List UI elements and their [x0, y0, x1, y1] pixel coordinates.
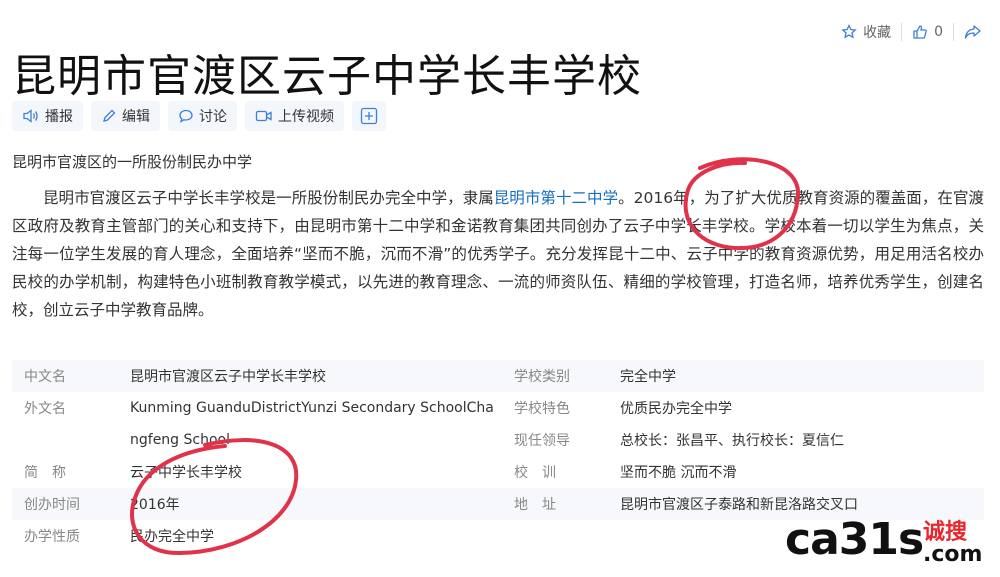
share-button[interactable]: [954, 24, 992, 40]
info-label: 学校特色: [514, 401, 570, 417]
like-button[interactable]: 0: [902, 24, 953, 40]
summary-text: 昆明市官渡区的一所股份制民办中学: [12, 153, 253, 171]
pencil-icon: [101, 108, 117, 124]
intro-text-1: 昆明市官渡区云子中学长丰学校是一所股份制民办完全中学，隶属: [43, 189, 494, 207]
favorite-label: 收藏: [863, 25, 892, 41]
favorite-button[interactable]: 收藏: [831, 22, 901, 42]
like-count: 0: [934, 24, 943, 40]
upload-video-button[interactable]: 上传视频: [245, 101, 344, 131]
info-value: 民办完全中学: [130, 529, 214, 545]
watermark-logo: ca31s 诚搜 .com: [785, 512, 995, 572]
info-value: 优质民办完全中学: [620, 401, 732, 417]
info-label: 中文名: [24, 369, 66, 385]
info-row: 办学性质 民办完全中学: [12, 520, 502, 552]
school-link[interactable]: 昆明市第十二中学: [494, 189, 618, 207]
info-row: 中文名 昆明市官渡区云子中学长丰学校: [12, 360, 502, 392]
watermark-domain: .com: [923, 542, 983, 567]
info-row: 学校特色 优质民办完全中学: [502, 392, 984, 424]
info-row: 学校类别 完全中学: [502, 360, 984, 392]
info-row: 创办时间 2016年: [12, 488, 502, 520]
watermark-brand: ca31s: [785, 514, 924, 565]
info-value: 2016年: [130, 497, 180, 513]
share-icon: [964, 24, 982, 40]
info-value: Kunming GuanduDistrictYunzi Secondary Sc…: [130, 400, 494, 416]
info-label: 学校类别: [514, 369, 570, 385]
discuss-label: 讨论: [199, 109, 227, 125]
thumbs-up-icon: [912, 24, 928, 40]
info-label: 办学性质: [24, 529, 80, 545]
page-title: 昆明市官渡区云子中学长丰学校: [12, 51, 642, 102]
info-value: ngfeng School: [130, 432, 230, 448]
info-label: 简 称: [24, 465, 66, 481]
top-toolbar: 收藏 0: [831, 20, 992, 44]
info-column-right: 学校类别 完全中学 学校特色 优质民办完全中学 现任领导 总校长：张昌平、执行校长：夏…: [502, 360, 984, 520]
info-row: 校 训 坚而不脆 沉而不滑: [502, 456, 984, 488]
info-row: 外文名 Kunming GuanduDistrictYunzi Secondary…: [12, 392, 502, 424]
info-value: 坚而不脆 沉而不滑: [620, 465, 737, 481]
info-label: 现任领导: [514, 433, 570, 449]
info-row: 简 称 云子中学长丰学校: [12, 456, 502, 488]
read-aloud-label: 播报: [45, 109, 73, 125]
info-label: 外文名: [24, 401, 66, 417]
intro-text-2: 。2016年，为了扩大优质教育资源的覆盖面，在官渡区政府及教育主管部门的关心和支…: [12, 189, 984, 319]
read-aloud-button[interactable]: 播报: [12, 101, 83, 131]
edit-label: 编辑: [122, 109, 150, 125]
chat-icon: [178, 108, 194, 124]
upload-video-label: 上传视频: [278, 109, 334, 125]
video-icon: [255, 108, 273, 124]
speaker-icon: [22, 108, 40, 124]
info-value: 昆明市官渡区云子中学长丰学校: [130, 369, 326, 385]
intro-paragraph: 昆明市官渡区云子中学长丰学校是一所股份制民办完全中学，隶属昆明市第十二中学。20…: [12, 184, 984, 324]
info-label: 创办时间: [24, 497, 80, 513]
action-bar: 播报 编辑 讨论 上传视频: [12, 101, 386, 131]
info-column-left: 中文名 昆明市官渡区云子中学长丰学校 外文名 Kunming GuanduDistr…: [12, 360, 502, 552]
info-label: 地 址: [514, 497, 556, 513]
info-value: 总校长：张昌平、执行校长：夏信仁: [620, 433, 844, 449]
discuss-button[interactable]: 讨论: [168, 101, 237, 131]
plus-icon: [360, 107, 378, 125]
info-value: 完全中学: [620, 369, 676, 385]
more-button[interactable]: [352, 101, 386, 131]
info-label: 校 训: [514, 465, 556, 481]
info-value: 云子中学长丰学校: [130, 465, 242, 481]
info-row: ngfeng School: [12, 424, 502, 456]
star-icon: [841, 24, 857, 40]
info-value: 昆明市官渡区子泰路和新昆洛路交叉口: [620, 497, 858, 513]
edit-button[interactable]: 编辑: [91, 101, 160, 131]
info-row: 现任领导 总校长：张昌平、执行校长：夏信仁: [502, 424, 984, 456]
